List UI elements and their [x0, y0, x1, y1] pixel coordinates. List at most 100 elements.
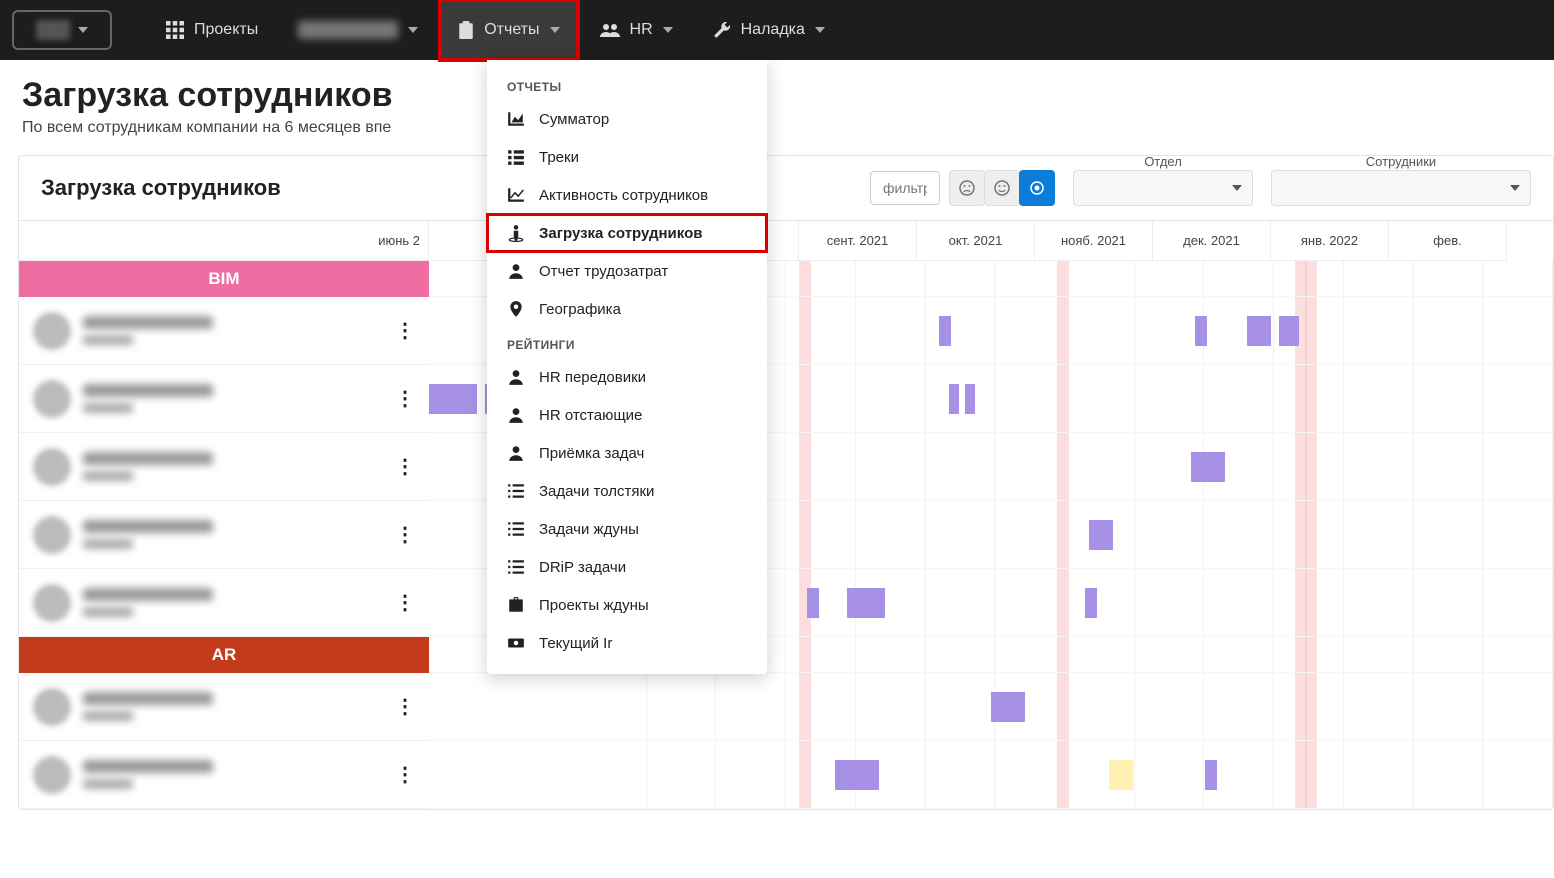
avatar: [33, 516, 71, 554]
dropdown-item[interactable]: Задачи толстяки: [487, 472, 767, 510]
dropdown-item[interactable]: DRiP задачи: [487, 548, 767, 586]
nav-projects[interactable]: Проекты: [148, 0, 276, 60]
dropdown-item-label: Задачи ждуны: [539, 521, 639, 538]
avatar: [33, 756, 71, 794]
gantt-bar[interactable]: [835, 760, 879, 790]
nav-hr[interactable]: HR: [582, 0, 691, 60]
tasks-icon: [507, 520, 525, 538]
row-menu-button[interactable]: ⋮: [395, 694, 415, 719]
dropdown-item[interactable]: HR отстающие: [487, 396, 767, 434]
group-header: BIM: [19, 261, 429, 297]
nav-settings-label: Наладка: [741, 21, 805, 39]
face-frown-button[interactable]: [949, 170, 985, 206]
nav-settings[interactable]: Наладка: [695, 0, 843, 60]
gantt-bar[interactable]: [1195, 316, 1207, 346]
gantt-body: BIM ⋮ ⋮ ⋮ ⋮ ⋮ AR ⋮ ⋮: [19, 261, 1553, 809]
gantt-bar[interactable]: [949, 384, 959, 414]
nav-reports[interactable]: Отчеты: [440, 0, 577, 60]
gantt-bar[interactable]: [1109, 760, 1133, 790]
department-select[interactable]: [1073, 170, 1253, 206]
dropdown-item[interactable]: Географика: [487, 290, 767, 328]
dropdown-item[interactable]: Треки: [487, 138, 767, 176]
card-toolbar: Загрузка сотрудников Отдел Сотрудники: [19, 156, 1553, 220]
face-smile-button[interactable]: [984, 170, 1020, 206]
month-cell: янв. 2022: [1271, 221, 1389, 261]
gantt-bar[interactable]: [1085, 588, 1097, 618]
gantt-bar[interactable]: [1191, 452, 1225, 482]
clipboard-icon: [458, 21, 474, 39]
dropdown-item[interactable]: Задачи ждуны: [487, 510, 767, 548]
employee-name: [83, 520, 213, 533]
filter-input[interactable]: [870, 171, 940, 205]
page-subtitle: По всем сотрудникам компании на 6 месяце…: [22, 119, 1532, 137]
dropdown-item-label: Сумматор: [539, 111, 609, 128]
month-cell: дек. 2021: [1153, 221, 1271, 261]
avatar: [33, 688, 71, 726]
dropdown-item[interactable]: Проекты ждуны: [487, 586, 767, 624]
dropdown-item-label: Активность сотрудников: [539, 187, 708, 204]
gantt-bar[interactable]: [429, 384, 477, 414]
employee-sub: [83, 403, 133, 413]
gantt-bar[interactable]: [1279, 316, 1299, 346]
gantt-bar[interactable]: [1089, 520, 1113, 550]
chart-area-icon: [507, 110, 525, 128]
nav-hr-label: HR: [630, 21, 653, 39]
dropdown-item[interactable]: HR передовики: [487, 358, 767, 396]
employees-select[interactable]: [1271, 170, 1531, 206]
reports-dropdown: ОТЧЕТЫ Сумматор Треки Активность сотрудник…: [487, 60, 767, 674]
workload-card: Загрузка сотрудников Отдел Сотрудники ию…: [18, 155, 1554, 810]
gantt-bar[interactable]: [1247, 316, 1271, 346]
dropdown-item-label: Отчет трудозатрат: [539, 263, 668, 280]
dropdown-item-label: Текущий Ir: [539, 635, 612, 652]
dropdown-item-label: HR отстающие: [539, 407, 642, 424]
employee-sub: [83, 779, 133, 789]
group-header: AR: [19, 637, 429, 673]
gantt-bar[interactable]: [847, 588, 885, 618]
workspace-selector[interactable]: [12, 10, 112, 50]
target-button[interactable]: [1019, 170, 1055, 206]
tasks-icon: [507, 482, 525, 500]
dropdown-item[interactable]: Текущий Ir: [487, 624, 767, 662]
employee-row: ⋮: [19, 741, 429, 809]
dropdown-item[interactable]: Активность сотрудников: [487, 176, 767, 214]
row-menu-button[interactable]: ⋮: [395, 522, 415, 547]
gantt-bar[interactable]: [807, 588, 819, 618]
avatar: [33, 380, 71, 418]
person-icon: [507, 444, 525, 462]
chart-line-icon: [507, 186, 525, 204]
gantt-bar[interactable]: [965, 384, 975, 414]
dropdown-item[interactable]: Приёмка задач: [487, 434, 767, 472]
row-menu-button[interactable]: ⋮: [395, 454, 415, 479]
dropdown-item[interactable]: Отчет трудозатрат: [487, 252, 767, 290]
employees-select-label: Сотрудники: [1271, 154, 1531, 169]
row-menu-button[interactable]: ⋮: [395, 590, 415, 615]
row-menu-button[interactable]: ⋮: [395, 386, 415, 411]
employee-name: [83, 760, 213, 773]
grid-icon: [166, 21, 184, 39]
dropdown-item-label: Географика: [539, 301, 621, 318]
person-icon: [507, 368, 525, 386]
row-menu-button[interactable]: ⋮: [395, 762, 415, 787]
card-title: Загрузка сотрудников: [41, 175, 461, 201]
tasks-icon: [507, 558, 525, 576]
dropdown-item-label: Треки: [539, 149, 579, 166]
employee-sub: [83, 607, 133, 617]
dropdown-section-reports: ОТЧЕТЫ: [487, 70, 767, 100]
employee-name: [83, 588, 213, 601]
nav-company[interactable]: [280, 0, 436, 60]
dropdown-item-label: Проекты ждуны: [539, 597, 649, 614]
person-icon: [507, 262, 525, 280]
row-menu-button[interactable]: ⋮: [395, 318, 415, 343]
gantt-bar[interactable]: [991, 692, 1025, 722]
department-select-label: Отдел: [1073, 154, 1253, 169]
gantt-bar[interactable]: [939, 316, 951, 346]
dropdown-item[interactable]: Загрузка сотрудников: [487, 214, 767, 252]
nav-projects-label: Проекты: [194, 21, 258, 39]
employee-sub: [83, 335, 133, 345]
dropdown-item-label: Приёмка задач: [539, 445, 644, 462]
month-partial-left: июнь 2: [19, 221, 429, 261]
timeline-header: июнь 2 сент. 2021окт. 2021нояб. 2021дек.…: [19, 220, 1553, 261]
gantt-bar[interactable]: [1205, 760, 1217, 790]
dropdown-item[interactable]: Сумматор: [487, 100, 767, 138]
avatar: [33, 584, 71, 622]
